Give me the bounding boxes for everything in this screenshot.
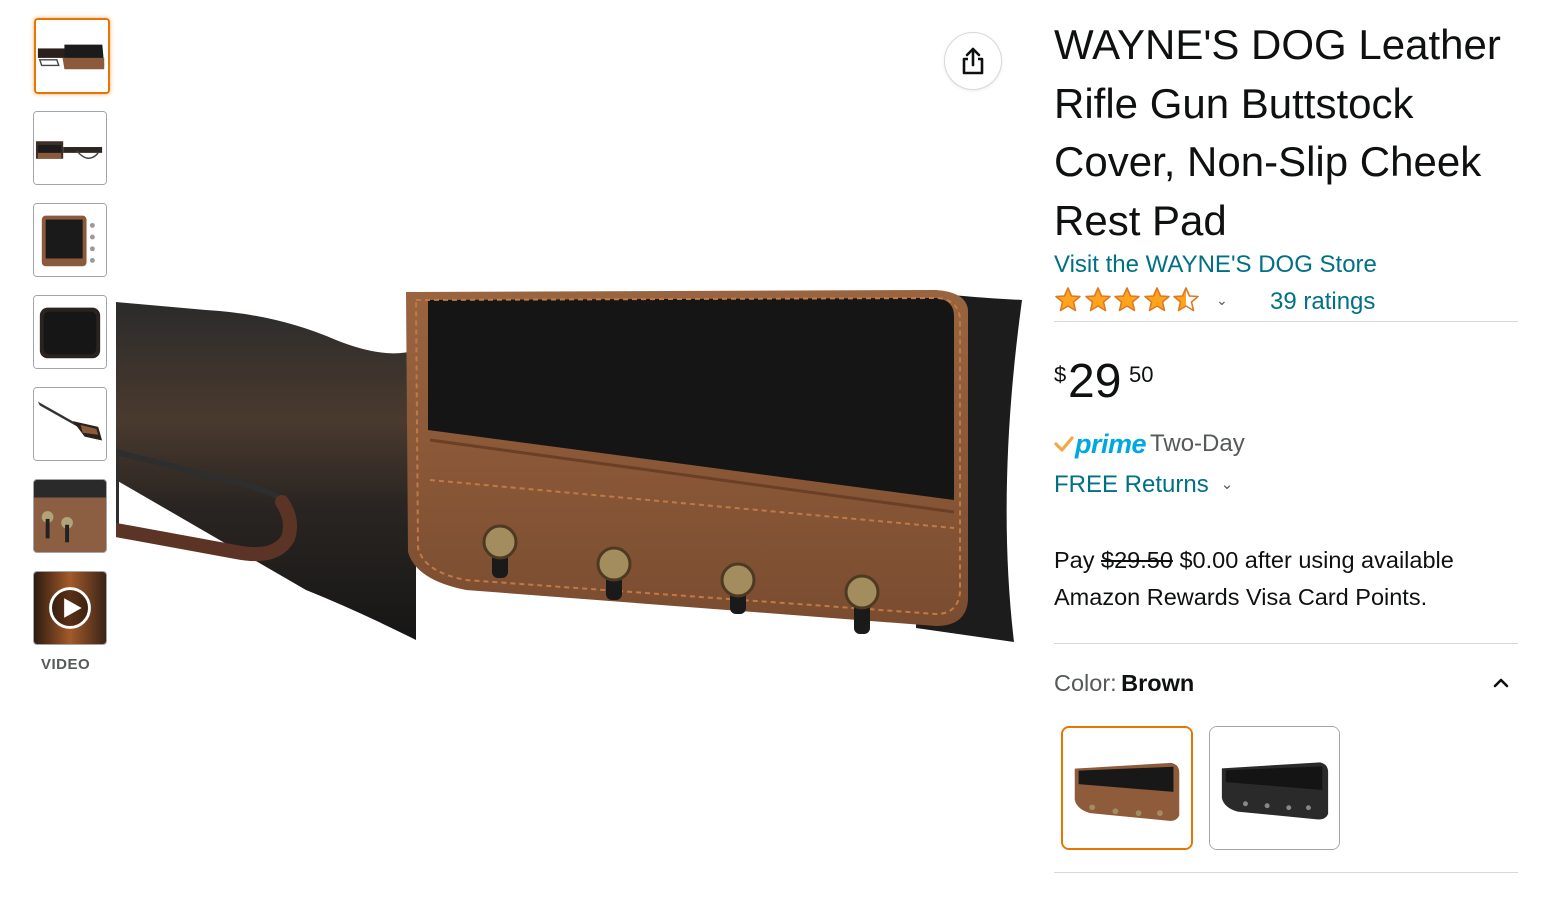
color-value: Brown [1121,670,1195,696]
video-label: VIDEO [41,656,91,673]
ratings-count-link[interactable]: 39 ratings [1270,288,1375,316]
star-icon [1084,287,1111,312]
divider [1054,643,1518,644]
main-product-image[interactable] [109,230,1026,650]
thumbnail-2[interactable] [33,111,107,185]
rewards-offer: Pay $29.50 $0.00 after using available A… [1054,542,1524,616]
star-icon [1173,287,1199,312]
thumbnail-3[interactable] [33,203,107,277]
star-icon [1055,287,1081,312]
star-icon [1114,287,1140,312]
thumbnail-1[interactable] [34,18,110,94]
thumbnail-1-image [36,20,108,92]
prime-delivery-text: Two-Day [1150,430,1245,457]
share-icon [962,47,984,75]
free-returns-link[interactable]: FREE Returns ⌄ [1054,471,1233,499]
thumbnail-3-image [34,204,106,276]
color-label: Color: [1054,670,1117,696]
product-title: WAYNE'S DOG Leather Rifle Gun Buttstock … [1054,21,1501,244]
share-button[interactable] [944,32,1002,90]
color-swatch-brown[interactable] [1061,726,1193,850]
rating-chevron-down-icon[interactable]: ⌄ [1216,292,1228,309]
prime-logo: prime [1075,428,1147,459]
thumbnail-6-image [34,480,106,552]
black-swatch-image [1210,727,1339,849]
pay-prefix: Pay [1054,547,1095,573]
original-price: $29.50 [1101,547,1173,573]
chevron-up-icon[interactable] [1490,672,1512,694]
free-returns-label: FREE Returns [1054,471,1209,498]
thumbnail-6[interactable] [33,479,107,553]
star-rating[interactable] [1054,286,1202,314]
thumbnail-video[interactable] [33,571,107,645]
color-selector-header[interactable]: Color: Brown [1054,670,1518,702]
prime-check-icon [1054,436,1074,452]
thumbnail-4[interactable] [33,295,107,369]
price-fraction: 50 [1129,362,1154,387]
thumbnail-5-image [34,388,106,460]
chevron-down-icon: ⌄ [1220,476,1234,493]
price-symbol: $ [1054,362,1067,387]
rating-row: ⌄ 39 ratings [1054,286,1518,318]
divider [1054,321,1518,322]
price-whole: 29 [1068,355,1122,408]
thumbnail-4-image [34,296,106,368]
thumbnail-5[interactable] [33,387,107,461]
thumbnail-2-image [34,112,106,184]
store-link[interactable]: Visit the WAYNE'S DOG Store [1054,251,1377,279]
video-thumbnail-image [34,572,106,644]
divider [1054,872,1518,873]
color-swatch-black[interactable] [1209,726,1340,850]
star-icon [1143,287,1170,312]
brown-swatch-image [1063,728,1191,848]
prime-badge: prime Two-Day [1054,428,1245,460]
